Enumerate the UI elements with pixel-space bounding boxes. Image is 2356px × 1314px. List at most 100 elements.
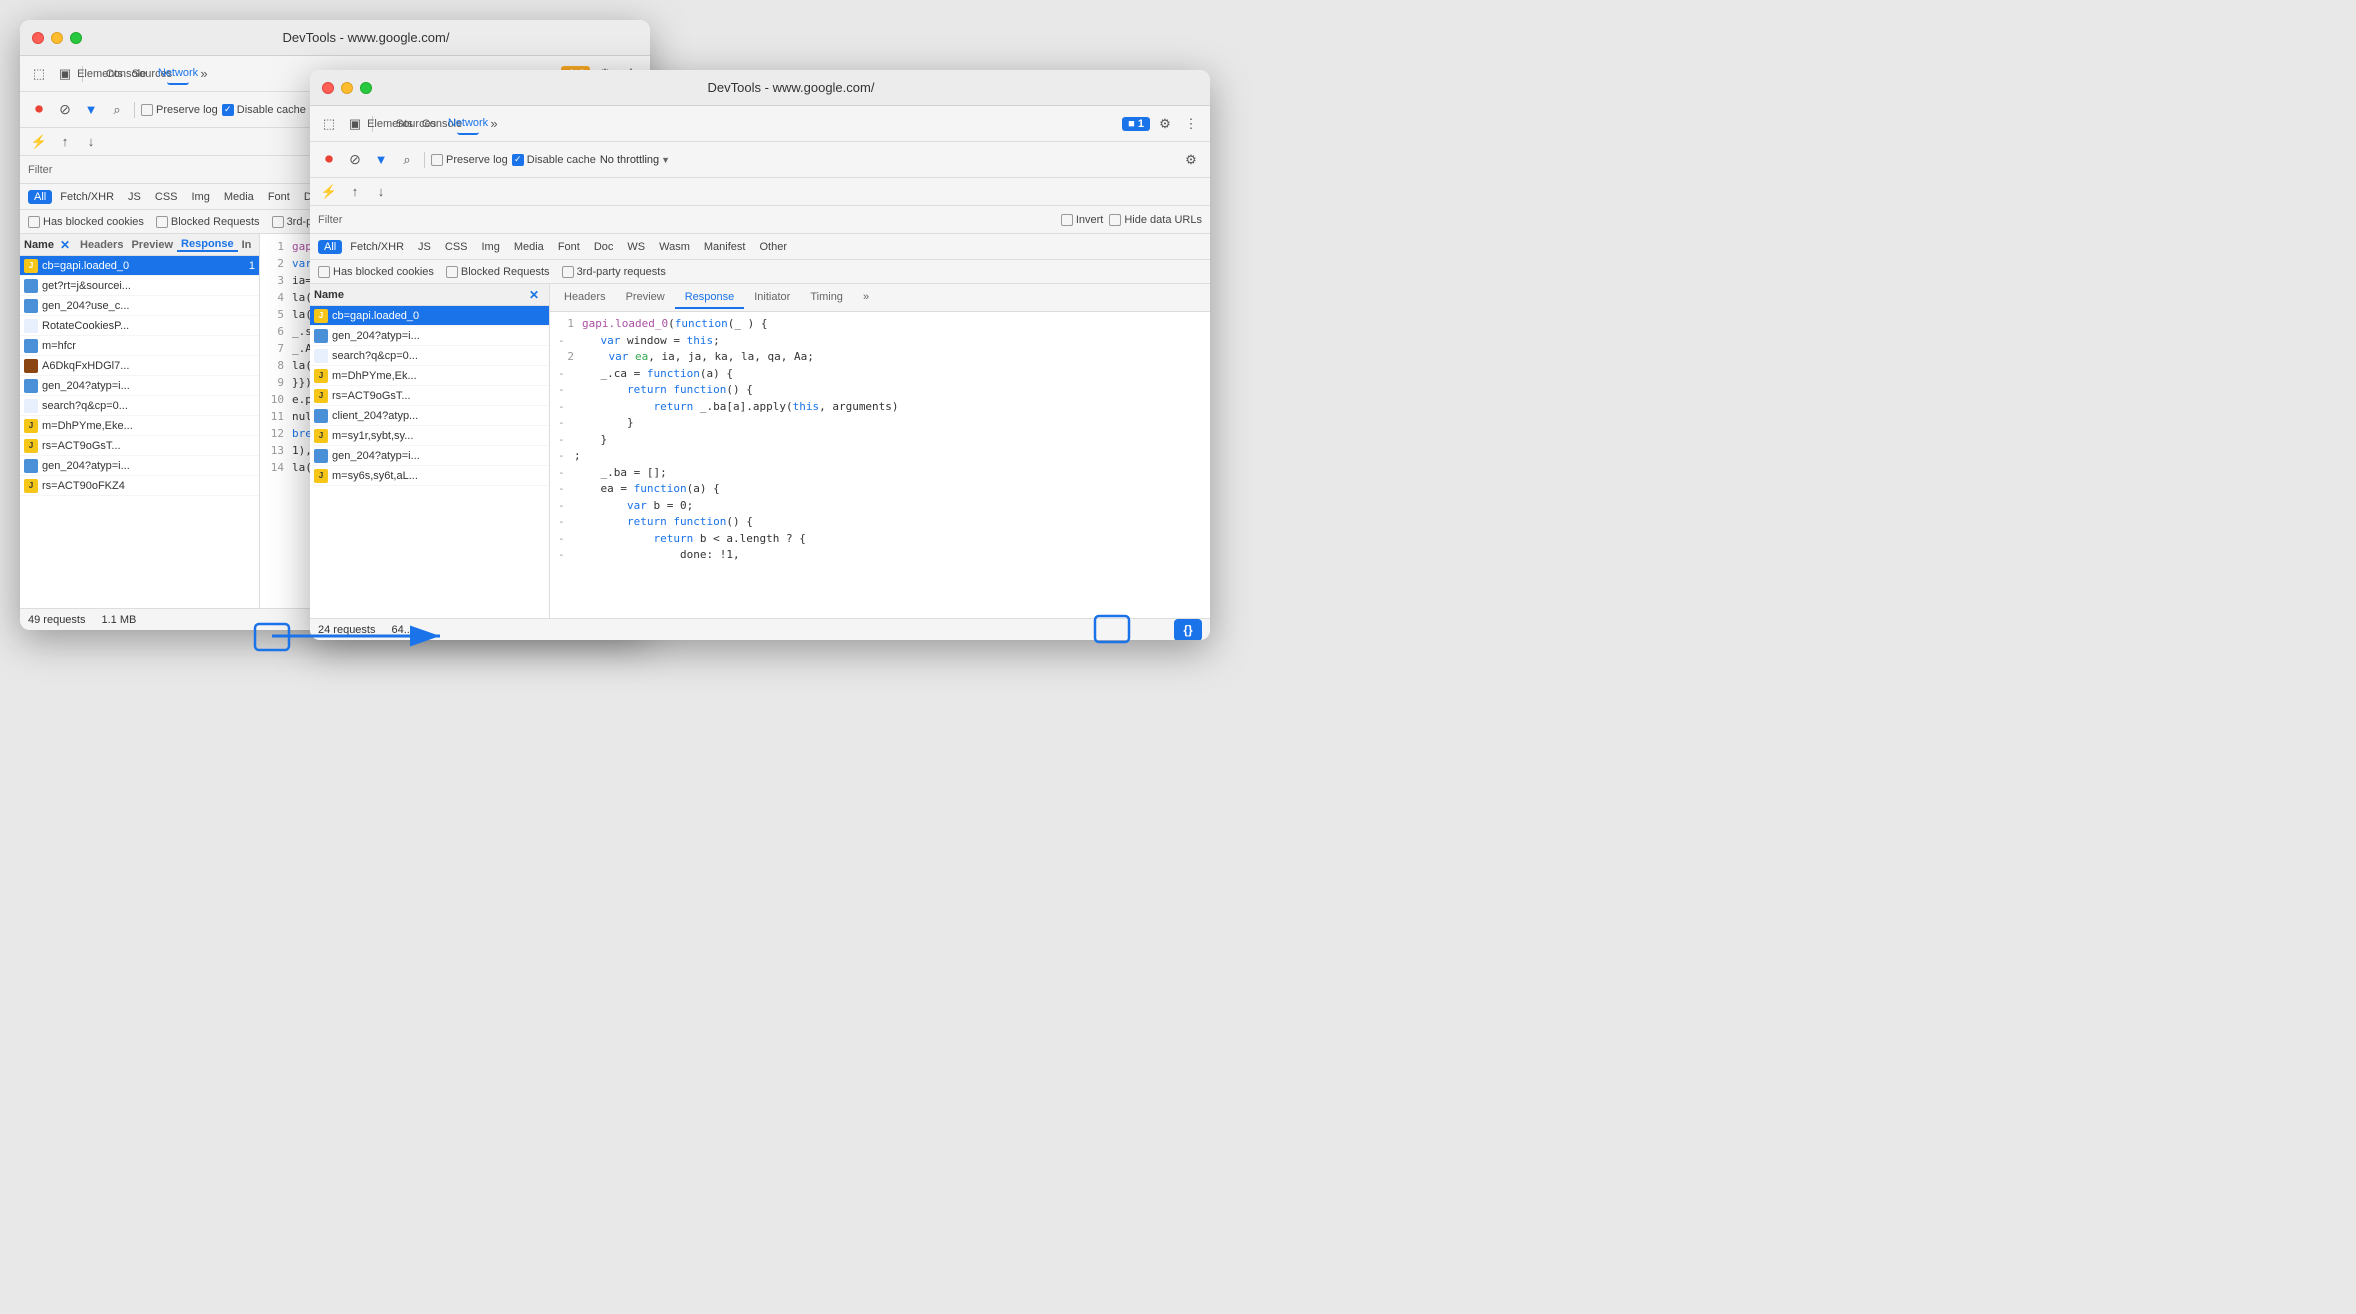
blocked-cookies-checkbox-front[interactable]: [318, 266, 330, 278]
hide-data-urls-check-front[interactable]: Hide data URLs: [1109, 214, 1202, 226]
filter-js-front[interactable]: JS: [412, 240, 437, 254]
blocked-cookies-check-back[interactable]: Has blocked cookies: [28, 216, 144, 228]
disable-cache-checkbox-front[interactable]: ✓: [512, 154, 524, 166]
settings-icon-front[interactable]: ⚙: [1154, 113, 1176, 135]
in-tab-back[interactable]: In: [238, 239, 256, 251]
filter-all-front[interactable]: All: [318, 240, 342, 254]
preserve-log-checkbox-front[interactable]: [431, 154, 443, 166]
filter-fetch-xhr-back[interactable]: Fetch/XHR: [54, 190, 120, 204]
disable-cache-check-front[interactable]: ✓ Disable cache: [512, 154, 596, 166]
filter-ws-front[interactable]: WS: [621, 240, 651, 254]
hide-data-urls-checkbox-front[interactable]: [1109, 214, 1121, 226]
close-button-back[interactable]: [32, 32, 44, 44]
search-icon-back[interactable]: ⌕: [106, 99, 128, 121]
third-party-checkbox-back[interactable]: [272, 216, 284, 228]
device-icon[interactable]: ▣: [54, 63, 76, 85]
request-item-10-back[interactable]: gen_204?atyp=i...: [20, 456, 259, 476]
third-party-check-front[interactable]: 3rd-party requests: [562, 266, 666, 278]
disable-cache-checkbox-back[interactable]: ✓: [222, 104, 234, 116]
request-item-5-back[interactable]: A6DkqFxHDGl7...: [20, 356, 259, 376]
request-item-0-front[interactable]: J cb=gapi.loaded_0: [310, 306, 549, 326]
cursor-icon-front[interactable]: ⬚: [318, 113, 340, 135]
cursor-icon[interactable]: ⬚: [28, 63, 50, 85]
preserve-log-check-front[interactable]: Preserve log: [431, 154, 508, 166]
initiator-tab-front[interactable]: Initiator: [744, 287, 800, 309]
headers-tab-front[interactable]: Headers: [554, 287, 616, 309]
filter-all-back[interactable]: All: [28, 190, 52, 204]
request-item-3-back[interactable]: RotateCookiesP...: [20, 316, 259, 336]
download-icon-front[interactable]: ↓: [370, 181, 392, 203]
filter-other-front[interactable]: Other: [753, 240, 793, 254]
disable-cache-check-back[interactable]: ✓ Disable cache: [222, 104, 306, 116]
request-item-6-back[interactable]: gen_204?atyp=i...: [20, 376, 259, 396]
filter-wasm-front[interactable]: Wasm: [653, 240, 696, 254]
request-item-9-back[interactable]: J rs=ACT9oGsT...: [20, 436, 259, 456]
upload-icon[interactable]: ↑: [54, 131, 76, 153]
tab-network-front[interactable]: Network: [457, 113, 479, 135]
filter-img-back[interactable]: Img: [186, 190, 216, 204]
maximize-button-back[interactable]: [70, 32, 82, 44]
blocked-requests-check-front[interactable]: Blocked Requests: [446, 266, 550, 278]
filter-js-back[interactable]: JS: [122, 190, 147, 204]
request-item-8-front[interactable]: J m=sy6s,sy6t,aL...: [310, 466, 549, 486]
request-item-8-back[interactable]: J m=DhPYme,Eke...: [20, 416, 259, 436]
request-item-5-front[interactable]: client_204?atyp...: [310, 406, 549, 426]
blocked-cookies-check-front[interactable]: Has blocked cookies: [318, 266, 434, 278]
filter-icon-front[interactable]: ▼: [370, 149, 392, 171]
throttle-select-front[interactable]: No throttling ▼: [600, 154, 670, 166]
minimize-button-front[interactable]: [341, 82, 353, 94]
wifi-icon-front[interactable]: ⚡: [318, 181, 340, 203]
filter-media-front[interactable]: Media: [508, 240, 550, 254]
menu-icon-front[interactable]: ⋮: [1180, 113, 1202, 135]
request-item-0-back[interactable]: J cb=gapi.loaded_0 1: [20, 256, 259, 276]
filter-media-back[interactable]: Media: [218, 190, 260, 204]
filter-doc-front[interactable]: Doc: [588, 240, 620, 254]
block-button-back[interactable]: ⊘: [54, 99, 76, 121]
third-party-checkbox-front[interactable]: [562, 266, 574, 278]
request-item-1-front[interactable]: gen_204?atyp=i...: [310, 326, 549, 346]
tab-network[interactable]: Network: [167, 63, 189, 85]
preview-tab-front[interactable]: Preview: [616, 287, 675, 309]
filter-font-front[interactable]: Font: [552, 240, 586, 254]
more-tabs-icon[interactable]: »: [193, 63, 215, 85]
blocked-requests-checkbox-front[interactable]: [446, 266, 458, 278]
filter-css-front[interactable]: CSS: [439, 240, 474, 254]
request-item-7-back[interactable]: search?q&cp=0...: [20, 396, 259, 416]
request-item-4-back[interactable]: m=hfcr: [20, 336, 259, 356]
more-tabs-icon-front[interactable]: »: [483, 113, 505, 135]
filter-icon-back[interactable]: ▼: [80, 99, 102, 121]
blocked-cookies-checkbox-back[interactable]: [28, 216, 40, 228]
request-item-2-front[interactable]: search?q&cp=0...: [310, 346, 549, 366]
preview-tab-back[interactable]: Preview: [127, 239, 177, 251]
request-item-6-front[interactable]: J m=sy1r,sybt,sy...: [310, 426, 549, 446]
record-button-front[interactable]: ⏺: [318, 149, 340, 171]
invert-checkbox-front[interactable]: [1061, 214, 1073, 226]
response-tab-back[interactable]: Response: [177, 238, 238, 252]
close-column-icon-front[interactable]: ✕: [529, 288, 539, 302]
download-icon[interactable]: ↓: [80, 131, 102, 153]
blocked-requests-check-back[interactable]: Blocked Requests: [156, 216, 260, 228]
request-item-7-front[interactable]: gen_204?atyp=i...: [310, 446, 549, 466]
response-tab-front[interactable]: Response: [675, 287, 745, 309]
more-tabs-front[interactable]: »: [853, 287, 879, 309]
request-item-2-back[interactable]: gen_204?use_c...: [20, 296, 259, 316]
close-button-front[interactable]: [322, 82, 334, 94]
request-item-1-back[interactable]: get?rt=j&sourcei...: [20, 276, 259, 296]
preserve-log-checkbox-back[interactable]: [141, 104, 153, 116]
record-button-back[interactable]: ⏺: [28, 99, 50, 121]
timing-tab-front[interactable]: Timing: [800, 287, 853, 309]
device-icon-front[interactable]: ▣: [344, 113, 366, 135]
block-button-front[interactable]: ⊘: [344, 149, 366, 171]
preserve-log-check-back[interactable]: Preserve log: [141, 104, 218, 116]
headers-tab-back[interactable]: Headers: [76, 239, 127, 251]
upload-icon-front[interactable]: ↑: [344, 181, 366, 203]
search-icon-front[interactable]: ⌕: [396, 149, 418, 171]
filter-font-back[interactable]: Font: [262, 190, 296, 204]
filter-fetch-xhr-front[interactable]: Fetch/XHR: [344, 240, 410, 254]
invert-check-front[interactable]: Invert: [1061, 214, 1104, 226]
maximize-button-front[interactable]: [360, 82, 372, 94]
wifi-icon[interactable]: ⚡: [28, 131, 50, 153]
filter-manifest-front[interactable]: Manifest: [698, 240, 752, 254]
request-item-4-front[interactable]: J rs=ACT9oGsT...: [310, 386, 549, 406]
network-settings-icon-front[interactable]: ⚙: [1180, 149, 1202, 171]
